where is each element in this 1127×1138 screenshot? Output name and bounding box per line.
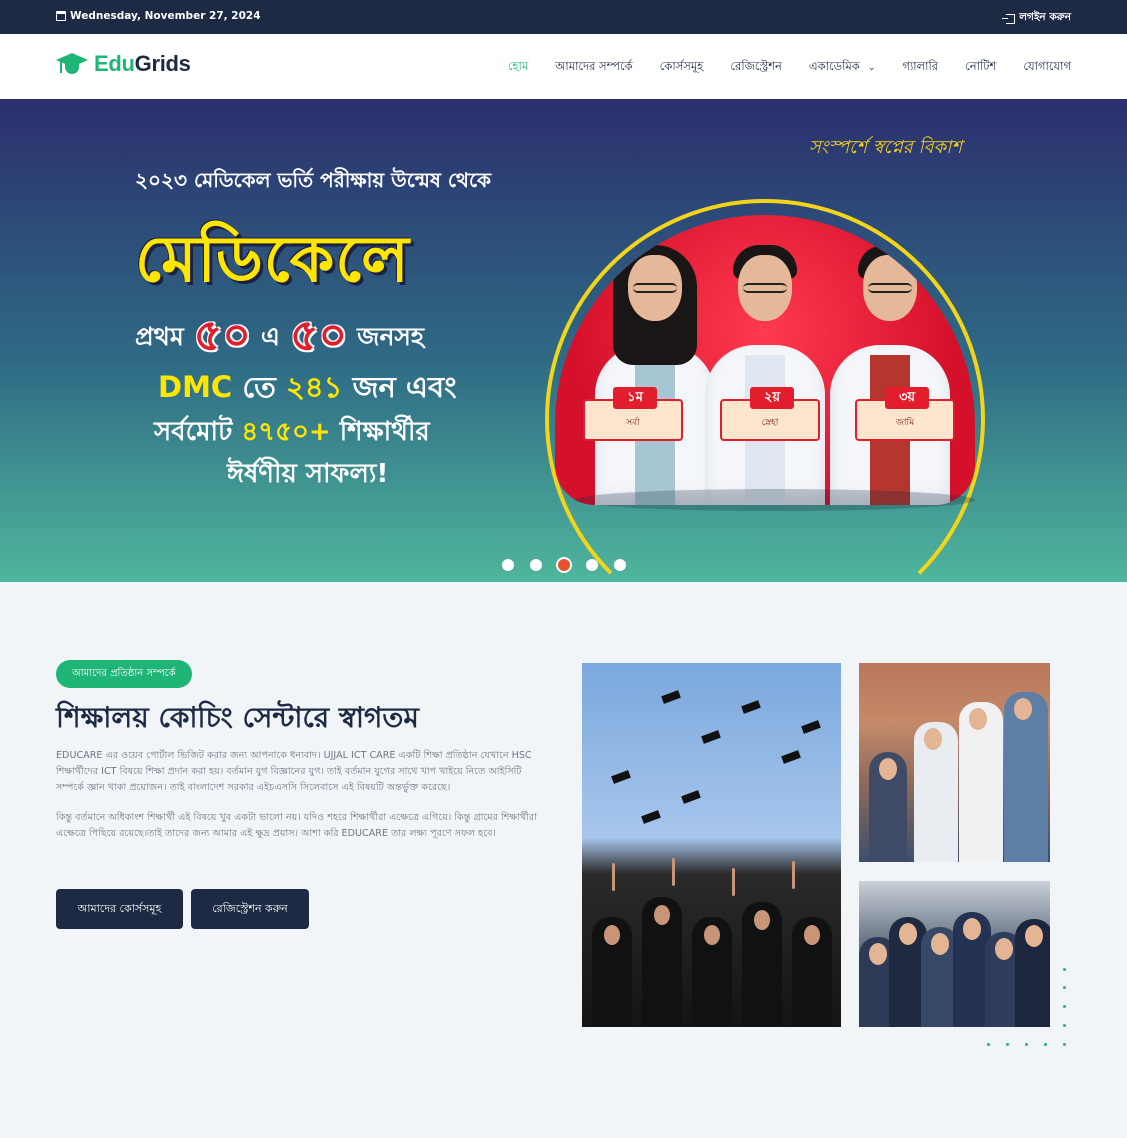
about-paragraph-2: কিন্তু বর্তমানে অধিকাংশ শিক্ষার্থী এই বি… [56,812,537,839]
date-display: Wednesday, November 27, 2024 [56,10,261,22]
arm-1 [612,863,615,891]
rank-badge-3-name: জামি [895,418,915,428]
cap-4 [781,750,801,764]
cap-5 [611,770,631,784]
students-on-steps-photo [859,663,1050,862]
login-label: লগইন করুন [1019,11,1071,23]
hero-line4-a: DMC [158,370,233,404]
date-text: Wednesday, November 27, 2024 [70,10,261,22]
nav-academic-label: একাডেমিক [808,59,860,73]
arm-3 [732,868,735,896]
slider-dots [502,559,626,571]
hero-line4-n: ২৪১ [285,370,343,404]
about-section-pill: আমাদের প্রতিষ্ঠান সম্পর্কে [56,660,192,688]
hero-line-1: ২০২৩ মেডিকেল ভর্তি পরীক্ষায় উন্মেষ থেকে [135,168,492,192]
graduate-3 [692,917,732,1027]
hero-line4-b: তে [242,370,276,404]
rank-badge-1: ১ম সর্বা [583,387,683,441]
hero-line-5: সর্বমোট ৪৭৫০+ শিক্ষার্থীর [154,411,430,455]
hero-students-image [555,215,975,505]
rank-badge-2-rank: ২য় [750,387,794,409]
hero-tagline: সংস্পর্শে স্বপ্নের বিকাশ [808,137,962,158]
arm-4 [792,861,795,889]
cap-8 [801,720,821,734]
hero-line5-n: ৪৭৫০+ [241,417,331,447]
nav-academic[interactable]: একাডেমিক ⌄ [809,58,875,77]
slider-dot-2[interactable] [530,559,542,571]
nav-about[interactable]: আমাদের সম্পর্কে [555,58,632,77]
main-navbar: EduGrids হোম আমাদের সম্পর্কে কোর্সসমূহ র… [0,34,1127,99]
calendar-icon [56,11,66,21]
nav-home[interactable]: হোম [508,58,528,77]
graduation-cap-icon [56,51,88,77]
graduate-5 [792,917,832,1027]
hero-image-shadow [575,489,975,511]
nav-courses[interactable]: কোর্সসমূহ [660,58,704,77]
chevron-down-icon: ⌄ [867,63,876,73]
hero-slider: সংস্পর্শে স্বপ্নের বিকাশ ২০২৩ মেডিকেল ভর… [0,99,1127,582]
rank-badge-2: ২য় স্নেহা [720,387,820,441]
hero-line3-b: জনসহ [357,322,425,351]
student-photo-3 [830,235,950,505]
cap-2 [701,730,721,744]
site-logo[interactable]: EduGrids [56,51,191,77]
student-a [869,752,907,862]
graduate-2 [642,897,682,1027]
group-photo [859,881,1050,1027]
nav-contact[interactable]: যোগাযোগ [1023,58,1071,77]
top-bar: Wednesday, November 27, 2024 লগইন করুন [0,0,1127,34]
graduation-photo [582,663,841,1027]
rank-badge-3: ৩য় জামি [855,387,955,441]
student-photo-1 [595,235,715,505]
hero-line-4: DMC তে ২৪১ জন এবং [158,365,457,414]
cap-7 [641,810,661,824]
cap-6 [681,790,701,804]
hero-line5-a: সর্বমোট [154,417,233,447]
rank-badge-1-rank: ১ম [613,387,657,409]
hero-line3-a: প্রথম [135,322,184,351]
nav-menu: হোম আমাদের সম্পর্কে কোর্সসমূহ রেজিস্ট্রে… [508,58,1071,77]
student-b [914,722,958,862]
register-button[interactable]: রেজিস্ট্রেশন করুন [191,889,309,929]
rank-badge-1-name: সর্বা [626,418,640,428]
nav-registration[interactable]: রেজিস্ট্রেশন [730,58,782,77]
hero-line-6: ঈর্ষণীয় সাফল্য! [227,459,389,489]
about-title: শিক্ষালয় কোচিং সেন্টারে স্বাগতম [56,701,419,734]
student-c [959,702,1003,862]
login-link[interactable]: লগইন করুন [1002,10,1071,27]
cap-3 [741,700,761,714]
rank-badge-3-rank: ৩য় [885,387,929,409]
slider-dot-4[interactable] [586,559,598,571]
slider-dot-1[interactable] [502,559,514,571]
slider-dot-3[interactable] [558,559,570,571]
login-icon [1002,13,1016,24]
our-courses-button[interactable]: আমাদের কোর্সসমূহ [56,889,183,929]
hero-line5-b: শিক্ষার্থীর [339,417,430,447]
hero-line3-mid: এ [260,322,280,351]
nav-notice[interactable]: নোটিশ [965,58,996,77]
cap-1 [661,690,681,704]
student-d [1004,692,1048,862]
logo-text: EduGrids [94,51,191,76]
rank-badge-2-name: স্নেহা [761,418,779,428]
group-person-6 [1015,919,1050,1027]
about-paragraph-1: EDUCARE এর ওয়েব পোর্টাল ভিজিট করার জন্য… [56,750,532,793]
graduate-4 [742,902,782,1027]
nav-gallery[interactable]: গ্যালারি [902,58,938,77]
slider-dot-5[interactable] [614,559,626,571]
hero-line4-c: জন এবং [352,370,457,404]
student-photo-2 [705,235,825,505]
graduate-1 [592,917,632,1027]
arm-2 [672,858,675,886]
